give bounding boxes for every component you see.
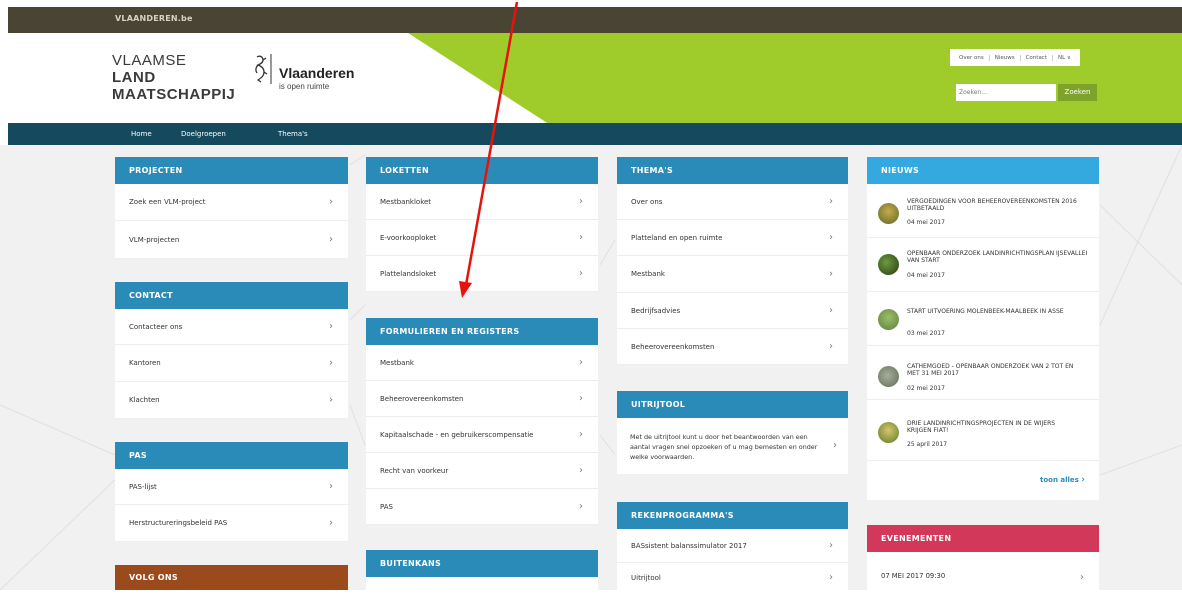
annotation-arrow-icon: [459, 1, 519, 298]
